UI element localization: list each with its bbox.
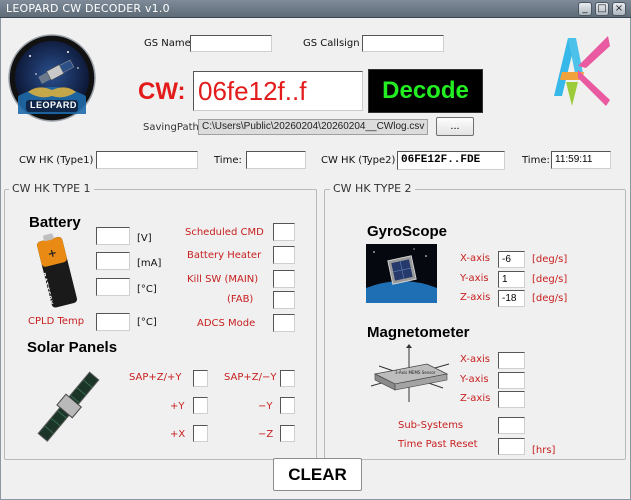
magnetometer-heading: Magnetometer (367, 324, 470, 341)
cpld-temp-unit: [°C] (137, 317, 157, 328)
gs-name-input[interactable] (190, 35, 272, 52)
kill-sw-main-field[interactable] (273, 270, 295, 288)
mag-x-label: X-axis (460, 354, 490, 365)
mission-logo-text: LEOPARD (30, 100, 77, 110)
magnetometer-image: 3-Axis MEMS Sensor (365, 344, 455, 406)
battery-heater-label: Battery Heater (187, 250, 262, 261)
solar-panel-image (24, 360, 116, 456)
battery-temp-unit: [°C] (137, 284, 157, 295)
gyro-x-field[interactable]: -6 (498, 251, 525, 268)
saving-path-label: SavingPath (143, 122, 199, 133)
cpld-temp-label: CPLD Temp (28, 316, 85, 327)
battery-image: + BATTERY (30, 232, 86, 312)
adcs-mode-label: ADCS Mode (197, 318, 256, 329)
time-past-reset-unit: [hrs] (532, 445, 556, 456)
satellite-icon (37, 371, 100, 442)
cw-hk-type2-field[interactable]: 06FE12F..FDE (397, 151, 505, 170)
gyro-z-unit: [deg/s] (532, 293, 568, 304)
time2-label: Time: (522, 155, 550, 166)
battery-current-field[interactable] (96, 252, 130, 270)
mag-z-field[interactable] (498, 391, 525, 408)
sap-zmy-label: SAP+Z/−Y (224, 372, 277, 383)
mission-logo: LEOPARD (8, 34, 96, 122)
panel-px-label: +X (170, 429, 186, 440)
minimize-button[interactable]: _ (578, 2, 592, 16)
gyro-y-unit: [deg/s] (532, 274, 568, 285)
cpld-temp-field[interactable] (96, 313, 130, 331)
scheduled-cmd-label: Scheduled CMD (185, 227, 264, 238)
panel-py-label: +Y (170, 401, 185, 412)
gyroscope-heading: GyroScope (367, 223, 448, 240)
gyro-y-field[interactable]: 1 (498, 271, 525, 288)
battery-heater-field[interactable] (273, 246, 295, 264)
decode-button[interactable]: Decode (368, 69, 483, 113)
panel-my-field[interactable] (280, 397, 295, 414)
cw-hk-type2-label: CW HK (Type2) (321, 155, 396, 166)
gyro-x-unit: [deg/s] (532, 254, 568, 265)
mag-y-label: Y-axis (460, 374, 489, 385)
gs-callsign-label: GS Callsign (303, 38, 360, 49)
cw-label: CW: (138, 78, 186, 105)
battery-current-unit: [mA] (137, 258, 162, 269)
brand-logo (548, 30, 612, 110)
cw-hk-type1-title: CW HK TYPE 1 (9, 182, 94, 195)
panel-py-field[interactable] (193, 397, 208, 414)
title-bar[interactable]: LEOPARD CW DECODER v1.0 _ □ × (0, 0, 631, 18)
minimize-icon: _ (582, 3, 588, 14)
close-button[interactable]: × (612, 2, 626, 16)
sap-zpy-field[interactable] (193, 370, 208, 387)
maximize-button[interactable]: □ (595, 2, 609, 16)
time2-field[interactable]: 11:59:11 (551, 151, 611, 169)
saving-path-field[interactable]: C:\Users\Public\20260204\20260204__CWlog… (198, 119, 428, 135)
solar-panels-heading: Solar Panels (27, 339, 118, 356)
browse-button[interactable]: ... (436, 117, 474, 136)
mag-z-label: Z-axis (460, 393, 491, 404)
brand-logo-icon (554, 36, 610, 106)
mems-sensor-icon (370, 344, 450, 402)
cw-hk-type1-label: CW HK (Type1) (19, 155, 94, 166)
gs-name-label: GS Name (144, 38, 191, 49)
panel-px-field[interactable] (193, 425, 208, 442)
clear-button[interactable]: CLEAR (273, 458, 362, 491)
battery-voltage-unit: [V] (137, 233, 152, 244)
kill-sw-fab-label: (FAB) (227, 294, 254, 305)
time1-field[interactable] (246, 151, 306, 169)
gyro-x-label: X-axis (460, 253, 490, 264)
maximize-icon: □ (597, 3, 607, 14)
time1-label: Time: (214, 155, 242, 166)
mag-x-field[interactable] (498, 352, 525, 369)
time-past-reset-label: Time Past Reset (398, 439, 478, 450)
scheduled-cmd-field[interactable] (273, 223, 295, 241)
cw-input[interactable]: 06fe12f..f (193, 71, 363, 111)
panel-mz-field[interactable] (280, 425, 295, 442)
kill-sw-fab-field[interactable] (273, 291, 295, 309)
battery-icon: + (37, 233, 78, 308)
adcs-mode-field[interactable] (273, 314, 295, 332)
panel-mz-label: −Z (258, 429, 274, 440)
gyro-z-label: Z-axis (460, 292, 491, 303)
gyroscope-image (366, 244, 437, 303)
sub-systems-field[interactable] (498, 417, 525, 434)
cw-hk-type1-field[interactable] (96, 151, 198, 169)
battery-temp-field[interactable] (96, 278, 130, 296)
kill-sw-main-label: Kill SW (MAIN) (187, 274, 259, 285)
battery-heading: Battery (29, 214, 81, 231)
panel-my-label: −Y (258, 401, 273, 412)
gs-callsign-input[interactable] (362, 35, 444, 52)
sap-zpy-label: SAP+Z/+Y (129, 372, 182, 383)
sub-systems-label: Sub-Systems (398, 420, 464, 431)
cubesat-icon (366, 244, 437, 303)
gyro-y-label: Y-axis (460, 273, 489, 284)
close-icon: × (614, 3, 624, 14)
time-past-reset-field[interactable] (498, 438, 525, 455)
battery-voltage-field[interactable] (96, 227, 130, 245)
cw-hk-type2-title: CW HK TYPE 2 (330, 182, 415, 195)
window-title: LEOPARD CW DECODER v1.0 (6, 2, 170, 15)
mag-y-field[interactable] (498, 372, 525, 389)
mems-sensor-text: 3-Axis MEMS Sensor (395, 370, 436, 375)
gyro-z-field[interactable]: -18 (498, 290, 525, 307)
sap-zmy-field[interactable] (280, 370, 295, 387)
